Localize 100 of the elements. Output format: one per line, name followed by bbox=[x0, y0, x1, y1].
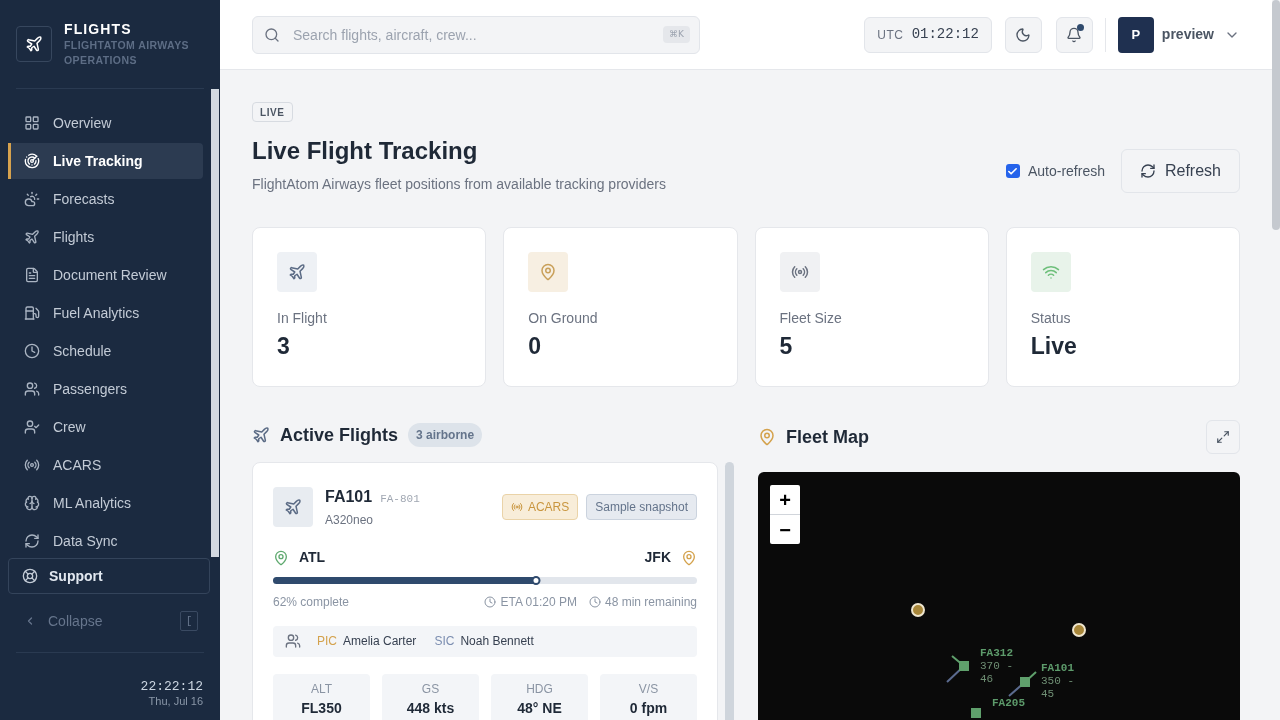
plane-icon bbox=[273, 487, 313, 527]
map-pin-icon bbox=[758, 428, 776, 446]
nav-item[interactable]: Crew bbox=[8, 409, 203, 445]
checkbox[interactable] bbox=[1005, 164, 1020, 178]
lifebuoy-icon bbox=[22, 568, 38, 584]
brand-title: FLIGHTS bbox=[64, 20, 133, 38]
metric-value: FL350 bbox=[301, 699, 342, 717]
registration: FA-801 bbox=[380, 492, 420, 507]
bell-icon bbox=[1066, 26, 1083, 43]
source-tag: Sample snapshot bbox=[586, 494, 697, 520]
clock-time: 22:22:12 bbox=[140, 679, 203, 694]
scrollbar[interactable] bbox=[1272, 0, 1280, 230]
stat-value: 3 bbox=[277, 332, 291, 360]
theme-button[interactable] bbox=[1004, 16, 1042, 53]
clock-date: Thu, Jul 16 bbox=[148, 694, 203, 708]
section-title: Active Flights bbox=[280, 423, 399, 447]
metric-value: 0 fpm bbox=[629, 699, 668, 717]
progress-label: 62% complete bbox=[273, 593, 350, 611]
map-pin-icon bbox=[528, 252, 569, 292]
logo-icon bbox=[16, 26, 52, 62]
clock-icon bbox=[588, 595, 601, 608]
refresh-icon bbox=[1139, 163, 1156, 179]
stat-value: 5 bbox=[779, 332, 794, 360]
user-menu-button[interactable]: preview bbox=[1161, 24, 1240, 45]
nav-item[interactable]: ML Analytics bbox=[8, 485, 203, 521]
brand-subtitle: FLIGHTATOM AIRWAYS OPERATIONS bbox=[64, 38, 190, 68]
radar-icon bbox=[24, 153, 40, 169]
metric-value: 448 kts bbox=[406, 699, 455, 717]
aircraft-detail: 350 - 45 bbox=[1041, 675, 1075, 701]
aircraft-type: A320neo bbox=[325, 511, 375, 528]
nav-item[interactable]: Forecasts bbox=[8, 181, 203, 217]
destination-code: JFK bbox=[644, 548, 671, 567]
eta-text: ETA 01:20 PM bbox=[500, 593, 577, 611]
stat-label: Fleet Size bbox=[779, 309, 843, 327]
count-tag: 3 airborne bbox=[408, 423, 483, 447]
plane-icon bbox=[277, 252, 317, 292]
moon-icon bbox=[1015, 26, 1032, 43]
remaining-text: 48 min remaining bbox=[604, 593, 697, 611]
nav-item[interactable]: Document Review bbox=[8, 257, 203, 293]
aircraft-callsign: FA205 bbox=[992, 697, 1025, 710]
stat-value: 0 bbox=[528, 332, 543, 360]
section-title: Fleet Map bbox=[786, 425, 869, 449]
metric-label: GS bbox=[421, 680, 440, 697]
crew-name: Noah Bennett bbox=[460, 633, 534, 650]
flight-card[interactable]: FA101 FA-801 A320neo ACARS Sample snapshot ATL JFK 62% complete ETA 01:20 PM 48 min remaining PIC Amelia Carter SIC Noah Bennett ALT FL350 GS 448 kts HDG 48° NE V/S 0 fpm bbox=[252, 462, 718, 720]
cloud-sun-icon bbox=[24, 191, 40, 207]
grid-icon bbox=[24, 115, 40, 131]
stat-label: Status bbox=[1030, 309, 1072, 327]
nav-item[interactable]: ACARS bbox=[8, 447, 203, 483]
clock-icon bbox=[484, 595, 497, 608]
metric-label: HDG bbox=[526, 680, 553, 697]
aircraft-marker-icon[interactable] bbox=[1007, 669, 1039, 698]
map-pin-icon bbox=[273, 549, 289, 566]
support-button[interactable]: Support bbox=[8, 558, 210, 594]
acars-tag: ACARS bbox=[501, 494, 579, 520]
map-view[interactable]: + − FA312 370 - 46 FA101 350 - 45 FA205 bbox=[758, 472, 1240, 720]
airport-marker-icon[interactable] bbox=[911, 603, 925, 617]
users-icon bbox=[24, 381, 40, 397]
nav-item[interactable]: Overview bbox=[8, 105, 203, 141]
plane-icon bbox=[252, 426, 270, 444]
zoom-out-button[interactable]: − bbox=[770, 515, 800, 544]
nav-item[interactable]: Live Tracking bbox=[8, 143, 203, 179]
signal-icon bbox=[24, 457, 40, 473]
notifications-button[interactable] bbox=[1055, 16, 1093, 53]
stat-label: In Flight bbox=[277, 309, 328, 327]
plane-icon bbox=[24, 229, 40, 245]
fuel-pump-icon bbox=[24, 305, 40, 321]
signal-icon bbox=[510, 501, 523, 513]
airport-marker-icon[interactable] bbox=[1072, 623, 1086, 637]
aircraft-detail: 370 - 46 bbox=[980, 660, 1014, 686]
utc-clock: UTC 01:22:12 bbox=[864, 16, 992, 53]
expand-button[interactable] bbox=[1206, 420, 1240, 454]
crew-role: PIC bbox=[317, 633, 337, 650]
metric-label: ALT bbox=[310, 680, 333, 697]
nav-item[interactable]: Passengers bbox=[8, 371, 203, 407]
flight-number: FA101 bbox=[325, 487, 373, 507]
wifi-icon bbox=[1030, 252, 1071, 292]
zoom-in-button[interactable]: + bbox=[770, 485, 800, 515]
page-subtitle: FlightAtom Airways fleet positions from available tracking providers bbox=[252, 175, 666, 193]
user-avatar: P bbox=[1117, 16, 1154, 53]
scrollbar[interactable] bbox=[211, 89, 219, 557]
nav-item[interactable]: Schedule bbox=[8, 333, 203, 369]
aircraft-callsign: FA312 bbox=[980, 647, 1014, 660]
aircraft-marker-icon[interactable] bbox=[944, 653, 972, 685]
origin-code: ATL bbox=[299, 548, 326, 567]
users-icon bbox=[285, 633, 301, 649]
brain-icon bbox=[24, 495, 40, 511]
metric-value: 48° NE bbox=[517, 699, 562, 717]
checkbox-label: Auto-refresh bbox=[1027, 161, 1105, 181]
stat-value: Live bbox=[1030, 332, 1078, 360]
check-icon bbox=[1007, 165, 1019, 177]
nav-item[interactable]: Fuel Analytics bbox=[8, 295, 203, 331]
document-icon bbox=[24, 267, 40, 283]
nav-item[interactable]: Flights bbox=[8, 219, 203, 255]
refresh-button[interactable]: Refresh bbox=[1120, 149, 1240, 193]
nav-item[interactable]: Data Sync bbox=[8, 523, 203, 557]
page-title: Live Flight Tracking bbox=[252, 136, 479, 166]
scrollbar[interactable] bbox=[725, 462, 734, 720]
crew-role: SIC bbox=[434, 633, 455, 650]
clock-icon bbox=[24, 343, 40, 359]
